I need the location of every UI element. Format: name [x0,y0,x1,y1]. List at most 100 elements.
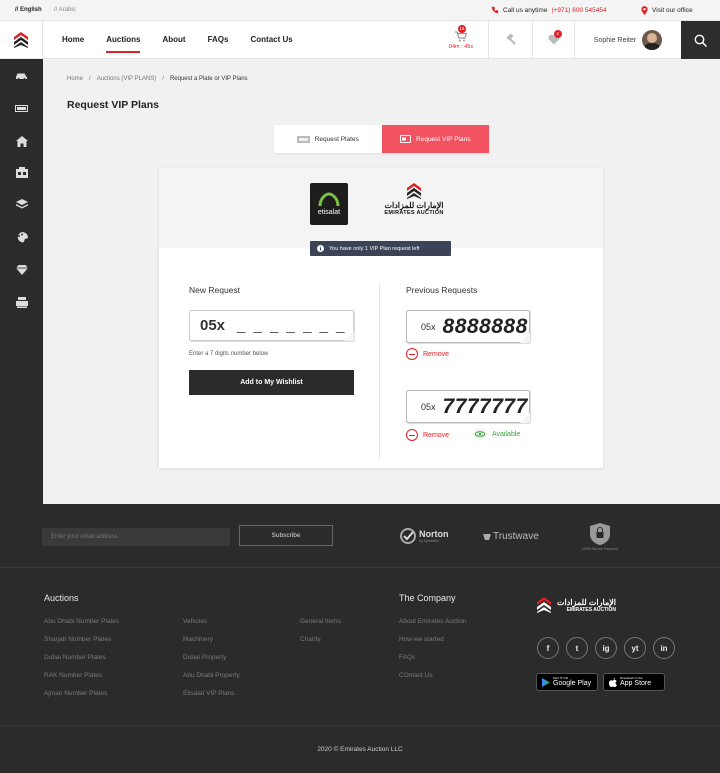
breadcrumb-home[interactable]: Home [67,76,83,82]
remove-request-button[interactable]: Remove [406,429,449,441]
nav-auctions[interactable]: Auctions [106,21,141,59]
footer-link[interactable]: COntact Us [399,672,433,679]
plate-number-input[interactable]: 05x _ _ _ _ _ _ _ [189,310,354,341]
sidebar-item-jewelry[interactable] [0,260,43,280]
search-button[interactable] [681,21,720,59]
footer-company-title: The Company [399,593,456,603]
sidebar-item-property[interactable] [0,131,43,151]
call-us[interactable]: Call us anytime (+971) 600 545454 [491,6,607,14]
logo[interactable] [0,21,43,59]
secure-payment-label: 100% Secure Payment [582,547,618,551]
email-subscribe-input[interactable]: Enter your email address [42,528,230,546]
add-to-wishlist-button[interactable]: Add to My Wishlist [189,370,354,395]
norton-check-icon [400,528,416,544]
footer-link[interactable]: General Items [300,618,341,625]
cart-badge: 15 [457,24,466,33]
breadcrumb-auctions[interactable]: Auctions (VIP PLANS) [97,76,157,82]
subscribe-bar: Enter your email address Subscribe Norto… [0,504,720,568]
phone-icon [491,6,499,14]
nav-faqs[interactable]: FAQs [208,21,229,59]
youtube-icon[interactable]: yt [624,637,646,659]
ea-brand-name: EMIRATES AUCTION [384,210,444,216]
available-label: Available [492,430,521,438]
footer-link[interactable]: Abu Dhabi Number Plates [44,618,119,625]
footer-link[interactable]: Etisalat VIP Plans [183,690,235,697]
vip-request-card: etisalat الإمارات للمزادات EMIRATES AUCT… [159,168,603,468]
nav-contact[interactable]: Contact Us [250,21,292,59]
trustwave-badge: Trustwave [483,531,539,542]
footer-link[interactable]: Ajman Number Plates [44,690,107,697]
norton-badge: Norton by Symantec [400,528,449,544]
footer-link[interactable]: Charity [300,636,321,643]
lang-english-link[interactable]: // English [15,7,42,13]
footer-link[interactable]: Machinery [183,636,213,643]
sidebar-item-general[interactable] [0,194,43,214]
cart-button[interactable]: 15 04m : 45s [440,21,482,59]
google-play-label: Google Play [553,680,592,687]
shield-lock-icon [589,523,610,545]
tab-request-plates[interactable]: Request Plates [274,125,382,153]
property-icon [15,166,28,178]
bids-button[interactable] [488,21,532,59]
plate-number: 8888888 [442,314,528,338]
remove-request-button[interactable]: Remove [406,348,449,360]
user-menu[interactable]: Sophie Reiter [574,21,681,59]
diamond-icon [15,265,28,275]
page-title: Request VIP Plans [67,99,160,111]
sidebar-item-building[interactable] [0,162,43,182]
sidebar-item-plates[interactable] [0,98,43,118]
gavel-icon [506,34,516,45]
minus-circle-icon [406,429,418,441]
new-request-title: New Request [189,285,241,295]
norton-brand: Norton [419,529,449,539]
linkedin-label: in [660,643,668,653]
emirates-auction-logo-icon [537,597,551,613]
footer-link[interactable]: FAQs [399,654,415,661]
facebook-label: f [546,643,550,653]
footer-link[interactable]: RAK Number Plates [44,672,102,679]
phone-number[interactable]: (+971) 600 545454 [551,7,606,14]
tab-request-vip-plans-label: Request VIP Plans [416,135,471,143]
footer-link[interactable]: How we started [399,636,444,643]
visit-office-text: Visit our office [652,7,693,14]
palette-icon [17,231,28,242]
footer-link[interactable]: Vehicles [183,618,207,625]
subscribe-button[interactable]: Subscribe [239,525,333,546]
twitter-label: t [575,643,579,653]
visit-office-link[interactable]: Visit our office [641,6,693,15]
wishlist-button[interactable]: 4 [532,21,574,59]
nav-home[interactable]: Home [62,21,84,59]
tab-request-vip-plans[interactable]: Request VIP Plans [381,125,489,153]
cart-timer: 04m : 45s [448,43,474,50]
emirates-auction-logo: الإمارات للمزادات EMIRATES AUCTION [376,183,452,225]
app-store-button[interactable]: Download on the App Store [603,673,665,691]
footer-link[interactable]: Dubai Number Plates [44,654,106,661]
availability-status: Available [473,429,520,439]
footer-link[interactable]: Dubai Property [183,654,226,661]
vip-limit-notice: You have only 1 VIP Plan request left [310,241,451,256]
sidebar-item-art[interactable] [0,227,43,247]
footer-link[interactable]: Sharjah Number Plates [44,636,111,643]
plate-prefix: 05x [421,321,436,332]
instagram-icon[interactable]: ig [595,637,617,659]
etisalat-logo: etisalat [310,183,348,225]
twitter-icon[interactable]: t [566,637,588,659]
plate-hint: Enter a 7 digits number below [189,351,269,357]
sidebar-item-machinery[interactable] [0,292,43,312]
plate-digits-placeholder[interactable]: _ _ _ _ _ _ _ [237,317,346,334]
linkedin-icon[interactable]: in [653,637,675,659]
nav-about[interactable]: About [162,21,185,59]
plate-icon [296,135,310,143]
breadcrumb: Home / Auctions (VIP PLANS) / Request a Pl… [67,76,248,82]
facebook-icon[interactable]: f [537,637,559,659]
google-play-button[interactable]: GET IT ON Google Play [536,673,598,691]
sidebar-item-vehicles[interactable] [0,66,43,86]
previous-plate: 05x 8888888 [406,310,530,343]
previous-requests-title: Previous Requests [406,285,478,295]
card-header: etisalat الإمارات للمزادات EMIRATES AUCT… [159,168,603,248]
lang-arabic-link[interactable]: // Arabic [54,7,76,13]
footer-link[interactable]: Abu Dhabi Property [183,672,240,679]
request-tabs: Request Plates Request VIP Plans [274,125,489,153]
remove-label: Remove [423,431,450,439]
footer-link[interactable]: About Emirates Auction [399,618,467,625]
